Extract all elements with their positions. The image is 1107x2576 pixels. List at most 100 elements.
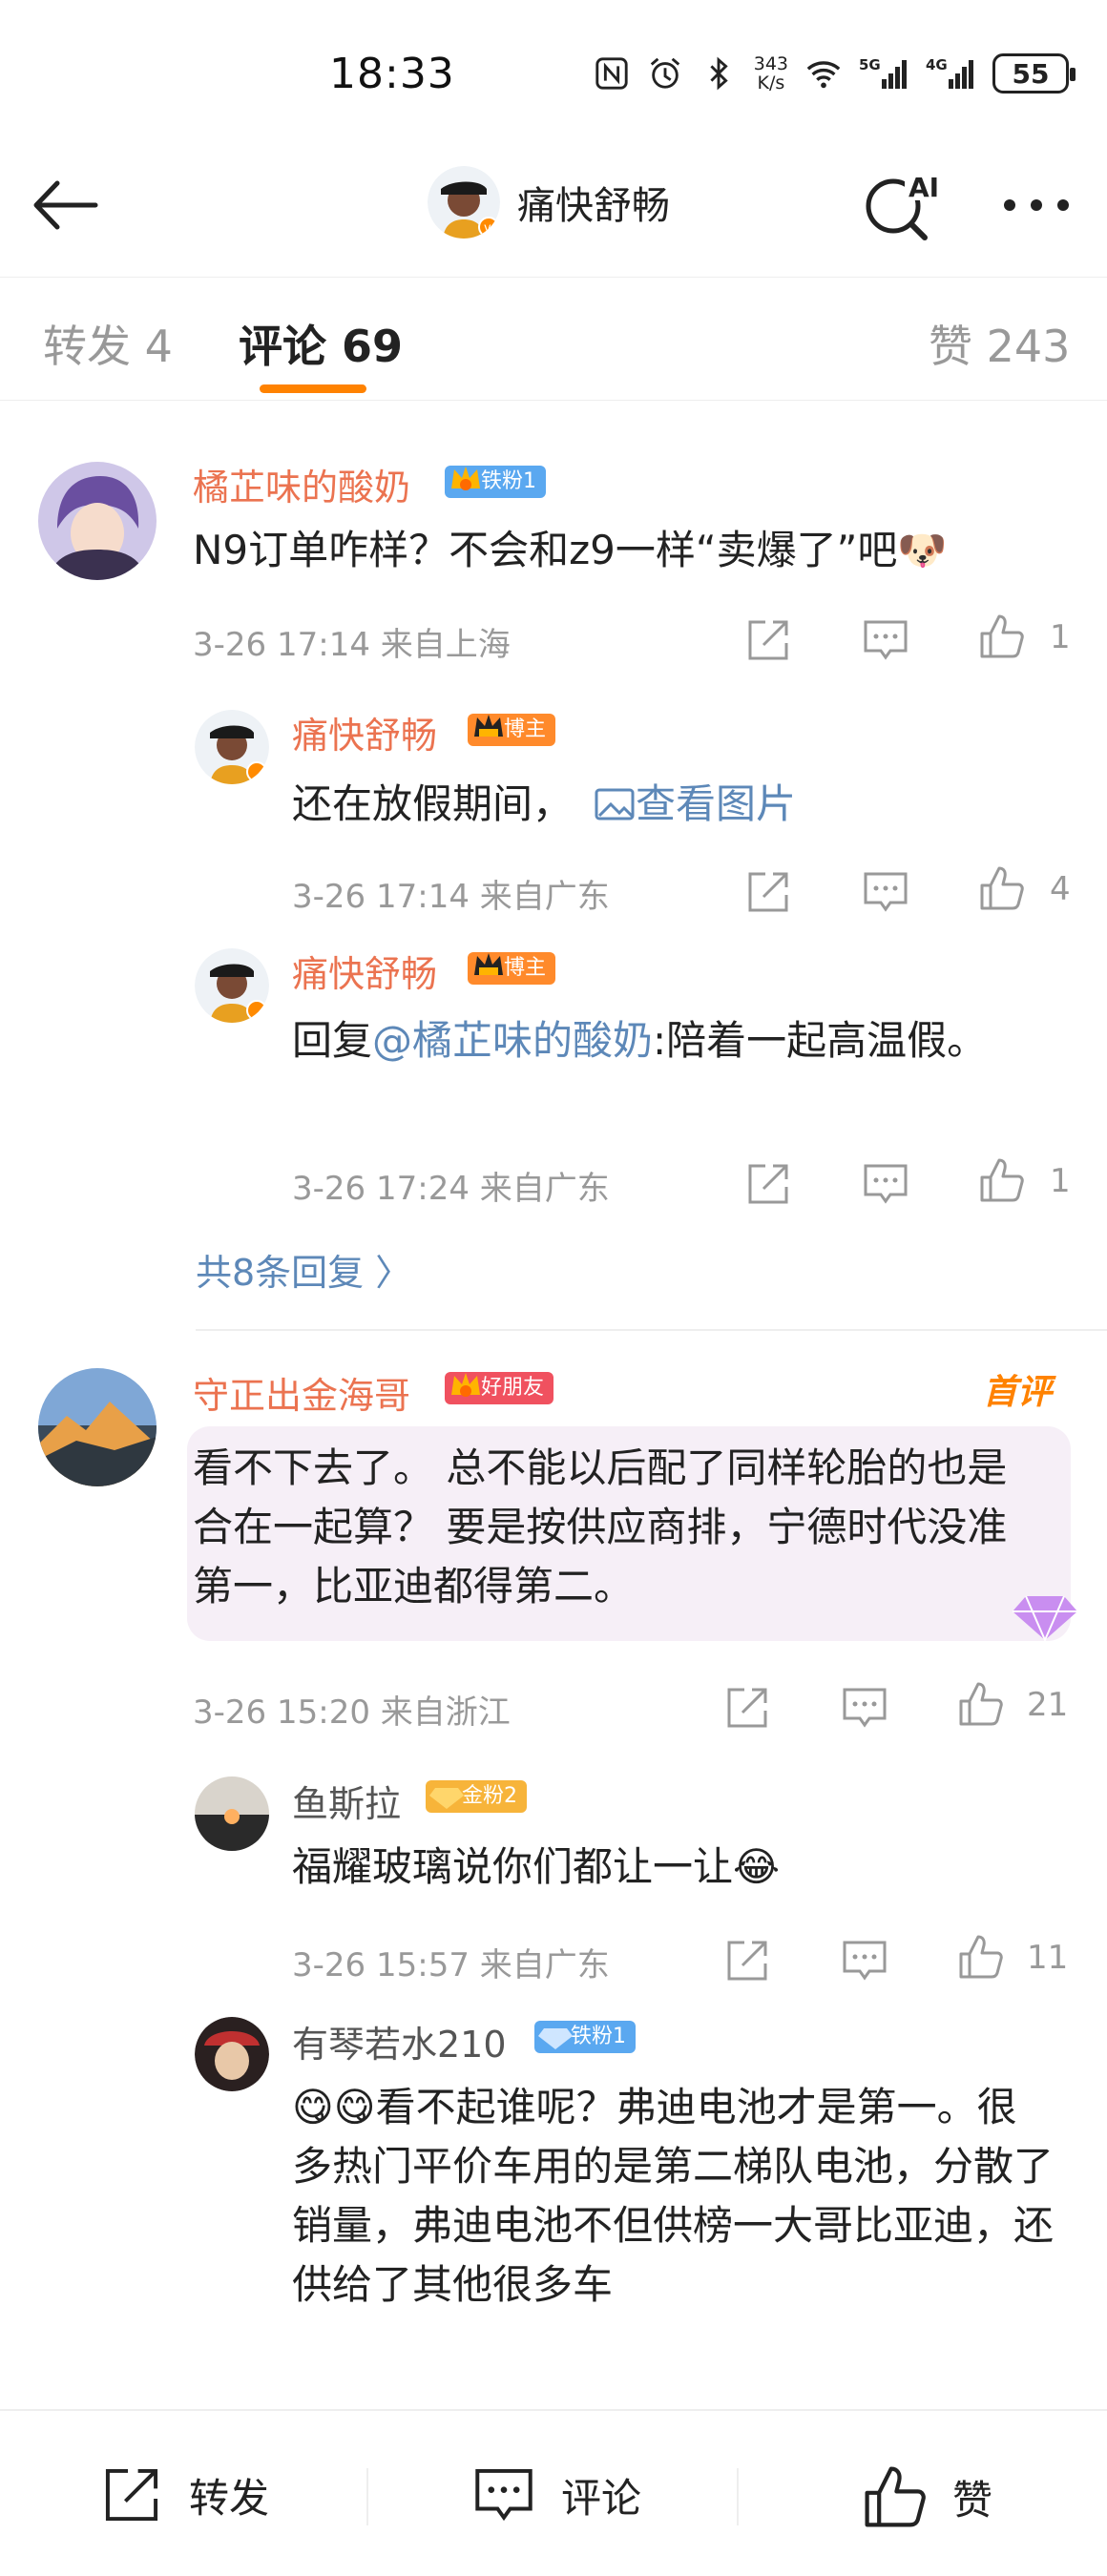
- avatar[interactable]: [38, 1368, 157, 1486]
- divider: [196, 1329, 1107, 1331]
- tab-like[interactable]: 赞 243: [929, 312, 1070, 375]
- comment-button[interactable]: 评论: [468, 2463, 641, 2526]
- view-more-replies[interactable]: 共8条回复 〉: [196, 1243, 411, 1296]
- fan-badge: 金粉2: [426, 1780, 527, 1813]
- reply-username[interactable]: 有琴若水210: [292, 2015, 507, 2067]
- comment-meta: 3-26 17:14 来自上海: [193, 626, 511, 664]
- status-time: 18:33: [329, 50, 455, 98]
- like-label: 赞: [952, 2476, 993, 2524]
- tab-comment[interactable]: 评论 69: [239, 312, 403, 375]
- comment-username[interactable]: 守正出金海哥: [193, 1366, 410, 1419]
- crown-icon: [474, 715, 503, 737]
- signal-5g-icon: 5G: [859, 56, 907, 89]
- reply-meta: 3-26 15:57 来自广东: [292, 1946, 610, 1984]
- share-icon[interactable]: [744, 1160, 792, 1208]
- page-title: 痛快舒畅: [517, 184, 670, 228]
- reply-icon[interactable]: [862, 868, 909, 916]
- like-button[interactable]: 赞: [859, 2463, 992, 2530]
- like-count: 21: [1027, 1686, 1069, 1724]
- diamond-badge-icon: [429, 1788, 464, 1809]
- crown-icon: [451, 1373, 480, 1397]
- reply-text: 回复@橘芷味的酸奶:陪着一起高温假。: [292, 1017, 988, 1064]
- share-icon[interactable]: [723, 1684, 771, 1732]
- first-comment-tag: 首评: [983, 1373, 1053, 1412]
- comment-icon: [475, 2468, 533, 2522]
- like-icon[interactable]: [957, 1933, 1005, 1981]
- tab-bar: 转发 4 评论 69 赞 243: [0, 277, 1107, 401]
- comment-text: N9订单咋样？不会和z9一样“卖爆了”吧🐶: [193, 527, 948, 573]
- ai-search-icon[interactable]: AI: [859, 162, 941, 244]
- more-icon[interactable]: [998, 181, 1075, 229]
- svg-text:5G: 5G: [859, 56, 881, 73]
- signal-4g-icon: 4G: [926, 56, 973, 89]
- reply-text: 福耀玻璃说你们都让一让😂: [292, 1843, 781, 1890]
- avatar[interactable]: [195, 2017, 269, 2091]
- reply-icon[interactable]: [862, 616, 909, 664]
- separator: [737, 2468, 739, 2525]
- reply-icon[interactable]: [862, 1160, 909, 1208]
- reply-meta: 3-26 17:24 来自广东: [292, 1170, 610, 1208]
- friend-badge: 好朋友: [445, 1372, 554, 1404]
- reply-username[interactable]: 痛快舒畅: [292, 706, 437, 758]
- status-bar: 18:33 343 K/s 5G 4G 55: [0, 0, 1107, 143]
- like-count: 1: [1050, 1162, 1071, 1200]
- host-badge: 博主: [468, 952, 556, 985]
- like-count: 4: [1050, 870, 1071, 908]
- repost-button[interactable]: 转发: [95, 2463, 269, 2526]
- view-image-link[interactable]: 查看图片: [636, 780, 796, 827]
- comment-label: 评论: [561, 2474, 642, 2522]
- svg-text:4G: 4G: [926, 56, 948, 73]
- tab-active-indicator: [260, 384, 366, 393]
- fan-badge: 铁粉1: [534, 2021, 636, 2053]
- tab-repost[interactable]: 转发 4: [43, 312, 173, 375]
- reply-meta: 3-26 17:14 来自广东: [292, 878, 610, 916]
- top-nav: v 痛快舒畅 AI: [0, 143, 1107, 267]
- reply-text: 还在放假期间， 查看图片: [292, 780, 797, 827]
- reply-text: 😋😋看不起谁呢？弗迪电池才是第一。很多热门平价车用的是第二梯队电池，分散了销量，…: [292, 2084, 1055, 2308]
- comment-text: 看不下去了。 总不能以后配了同样轮胎的也是合在一起算？ 要是按供应商排，宁德时代…: [193, 1444, 1008, 1610]
- crown-icon: [451, 467, 480, 490]
- like-icon[interactable]: [978, 613, 1026, 660]
- separator: [366, 2468, 368, 2525]
- svg-text:AI: AI: [909, 172, 939, 203]
- avatar[interactable]: [38, 462, 157, 580]
- like-icon[interactable]: [957, 1680, 1005, 1728]
- comment-username[interactable]: 橘芷味的酸奶: [193, 458, 410, 510]
- fan-badge: 铁粉1: [445, 466, 546, 498]
- avatar[interactable]: [195, 710, 269, 784]
- svg-text:v: v: [484, 221, 491, 236]
- like-count: 11: [1027, 1939, 1069, 1977]
- comment-meta: 3-26 15:20 来自浙江: [193, 1693, 511, 1732]
- alarm-icon: [650, 57, 679, 89]
- share-icon[interactable]: [744, 868, 792, 916]
- reply-username[interactable]: 鱼斯拉: [292, 1775, 401, 1827]
- like-icon: [865, 2466, 926, 2527]
- like-icon[interactable]: [978, 1156, 1026, 1204]
- host-badge: 博主: [468, 714, 556, 746]
- header-user[interactable]: v 痛快舒畅: [428, 166, 670, 239]
- image-icon: [595, 788, 635, 821]
- like-count: 1: [1050, 618, 1071, 656]
- share-icon: [105, 2468, 158, 2522]
- diamond-icon: [1013, 1595, 1077, 1643]
- avatar: v: [428, 166, 500, 239]
- mention-link[interactable]: @橘芷味的酸奶: [372, 1017, 653, 1064]
- wifi-icon: [806, 61, 841, 89]
- reply-username[interactable]: 痛快舒畅: [292, 945, 437, 997]
- share-icon[interactable]: [723, 1937, 771, 1984]
- back-arrow-icon[interactable]: [29, 172, 105, 239]
- crown-icon: [474, 953, 503, 975]
- repost-label: 转发: [189, 2474, 270, 2522]
- nfc-icon: [595, 57, 628, 90]
- diamond-badge-icon: [538, 2028, 573, 2049]
- reply-icon[interactable]: [841, 1684, 888, 1732]
- bottom-action-bar: 转发 评论 赞: [0, 2409, 1107, 2576]
- bluetooth-icon: [710, 56, 728, 91]
- reply-icon[interactable]: [841, 1937, 888, 1984]
- avatar[interactable]: [195, 1776, 269, 1851]
- status-icons: 343 K/s 5G 4G 55: [594, 50, 1076, 97]
- avatar[interactable]: [195, 948, 269, 1023]
- battery-indicator: 55: [992, 53, 1076, 93]
- like-icon[interactable]: [978, 864, 1026, 912]
- share-icon[interactable]: [744, 616, 792, 664]
